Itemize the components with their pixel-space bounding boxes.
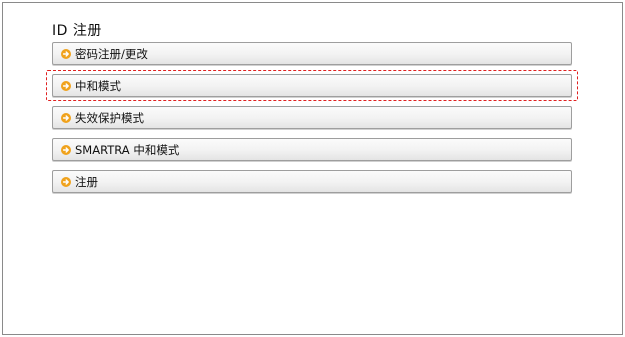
menu-item-label: 注册 xyxy=(75,175,98,189)
arrow-right-icon xyxy=(61,81,71,91)
arrow-right-icon xyxy=(61,177,71,187)
menu-item-password-register[interactable]: 密码注册/更改 xyxy=(52,42,572,65)
menu-item-smartra-neutral-mode[interactable]: SMARTRA 中和模式 xyxy=(52,138,572,161)
menu-item-label: 中和模式 xyxy=(75,79,121,93)
page-title: ID 注册 xyxy=(52,23,102,39)
menu-item-register[interactable]: 注册 xyxy=(52,170,572,193)
menu-item-label: SMARTRA 中和模式 xyxy=(75,143,180,157)
menu-item-neutral-mode[interactable]: 中和模式 xyxy=(52,74,572,97)
arrow-right-icon xyxy=(61,49,71,59)
menu-item-failsafe-mode[interactable]: 失效保护模式 xyxy=(52,106,572,129)
arrow-right-icon xyxy=(61,113,71,123)
arrow-right-icon xyxy=(61,145,71,155)
menu-item-label: 失效保护模式 xyxy=(75,111,144,125)
menu-item-label: 密码注册/更改 xyxy=(75,47,148,61)
